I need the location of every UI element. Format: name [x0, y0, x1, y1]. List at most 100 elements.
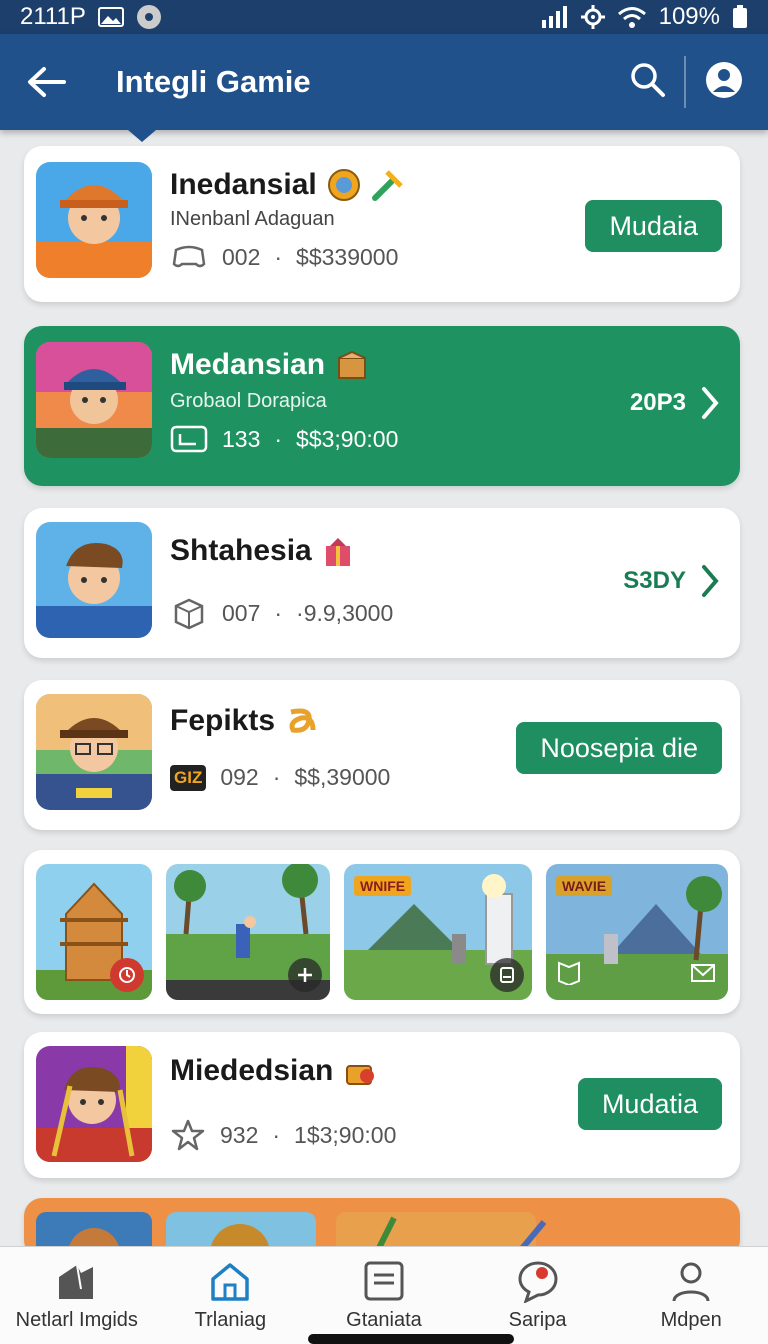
item-count: 932	[220, 1121, 259, 1148]
plus-icon	[298, 968, 312, 982]
item-badge: GIZ	[170, 764, 207, 791]
signal-icon	[541, 6, 569, 28]
item-count: 092	[220, 764, 259, 790]
item-link-label: S3DY	[623, 567, 686, 594]
battery-icon	[732, 5, 748, 29]
item-count: 002	[222, 243, 261, 270]
mail-icon[interactable]	[690, 961, 716, 990]
gallery-badge	[490, 958, 524, 992]
item-price: ·9.9,3000	[296, 599, 394, 626]
item-subtitle: Grobaol Dorapica	[170, 390, 327, 412]
search-button[interactable]	[630, 62, 666, 103]
nav-item-home[interactable]: Trlaniag	[154, 1247, 308, 1344]
pretzel-icon	[289, 708, 316, 733]
game-thumbnail	[36, 694, 152, 810]
timer-icon	[119, 967, 135, 983]
nav-item-network[interactable]: Netlarl Imgids	[0, 1247, 154, 1344]
status-bar: 2111P 109%	[0, 0, 768, 34]
book-icon	[556, 959, 582, 990]
settings-icon	[580, 5, 605, 29]
item-price: 1$3;90:00	[294, 1121, 397, 1148]
game-thumbnail	[36, 162, 152, 278]
item-title: Inedansial	[170, 168, 317, 201]
nav-label: Mdpen	[660, 1309, 722, 1331]
item-link-label: 20P3	[629, 389, 686, 416]
item-price: $$339000	[296, 243, 399, 270]
separator-dot: ·	[274, 243, 283, 270]
item-title: Shtahesia	[170, 534, 312, 567]
chevron-right-icon	[702, 387, 719, 419]
item-count: 007	[222, 599, 261, 626]
item-count: 133	[222, 425, 261, 452]
device-icon	[500, 967, 514, 983]
tool-icon	[371, 170, 403, 201]
wifi-icon	[617, 6, 647, 28]
nav-label: Netlarl Imgids	[15, 1309, 138, 1331]
cube-icon	[174, 598, 204, 630]
nav-label: Saripa	[508, 1309, 567, 1331]
list-item-selected[interactable]: Medansian Grobaol Dorapica 133 · $$3;90:…	[24, 326, 740, 486]
nav-label: Trlaniag	[194, 1309, 267, 1331]
action-button[interactable]: Mudaia	[585, 200, 722, 252]
separator-dot: ·	[274, 599, 283, 626]
account-icon	[706, 61, 742, 98]
list-item[interactable]: Miededsian 932 · 1$3;90:00 Mudatia	[24, 1032, 740, 1178]
profile-icon	[672, 1262, 710, 1302]
nav-item-chat[interactable]: Saripa	[461, 1247, 615, 1344]
arrow-left-icon	[28, 67, 66, 97]
gallery-image[interactable]	[36, 864, 152, 1000]
app-bar: Integli Gamie	[0, 34, 768, 142]
nav-item-list[interactable]: Gtaniata	[307, 1247, 461, 1344]
item-title: Medansian	[170, 348, 326, 381]
separator-dot: ·	[272, 764, 281, 790]
item-title: Fepikts	[170, 704, 276, 737]
home-icon	[211, 1263, 250, 1301]
media-icon	[136, 4, 162, 30]
gallery-badge	[110, 958, 144, 992]
gallery-badge	[288, 958, 322, 992]
gallery-banner: WAVIE	[556, 876, 613, 896]
chevron-right-icon	[702, 565, 719, 597]
item-subtitle: INenbanl Adaguan	[170, 208, 335, 230]
gallery-banner: WNIFE	[354, 876, 412, 896]
screenshot-gallery: WNIFE WAVIE	[24, 850, 740, 1014]
page-title: Integli Gamie	[116, 64, 311, 99]
game-thumbnail	[36, 522, 152, 638]
list-item[interactable]: Fepikts GIZ 092 · $$,39000 Noosepia die	[24, 680, 740, 830]
chat-icon	[518, 1261, 558, 1303]
medal-icon	[327, 169, 360, 201]
item-price: $$3;90:00	[296, 425, 399, 452]
divider	[684, 56, 686, 108]
home-indicator	[308, 1334, 514, 1344]
appbar-pointer	[128, 130, 156, 142]
status-time: 2111P	[20, 3, 86, 30]
controller-icon	[172, 245, 206, 268]
game-thumbnail	[36, 342, 152, 458]
action-button[interactable]: Mudatia	[577, 1078, 722, 1130]
mountain-icon	[58, 1264, 93, 1299]
item-price: $$,39000	[294, 764, 391, 790]
list-item[interactable]: Shtahesia 007 · ·9.9,3000 S3DY	[24, 508, 740, 658]
image-icon	[97, 7, 124, 27]
separator-dot: ·	[272, 1121, 281, 1148]
list-item[interactable]: Inedansial INenbanl Adaguan 002 · $$3390…	[24, 146, 740, 302]
battery-percent: 109%	[658, 3, 720, 30]
list-icon	[364, 1261, 404, 1301]
gallery-image[interactable]	[166, 864, 330, 1000]
bottom-navigation: Netlarl Imgids Trlaniag Gtaniata Saripa …	[0, 1246, 768, 1344]
item-link[interactable]: S3DY	[623, 564, 720, 598]
nav-label: Gtaniata	[346, 1309, 422, 1331]
gallery-image[interactable]: WNIFE	[344, 864, 532, 1000]
screen-icon	[170, 425, 208, 453]
item-link[interactable]: 20P3	[630, 386, 720, 420]
back-button[interactable]	[24, 60, 68, 104]
gift-icon	[325, 538, 350, 566]
treasure-icon	[346, 1065, 375, 1085]
action-button[interactable]: Noosepia die	[516, 722, 722, 774]
nav-item-profile[interactable]: Mdpen	[614, 1247, 768, 1344]
box-icon	[338, 350, 367, 379]
separator-dot: ·	[274, 425, 283, 452]
account-button[interactable]	[704, 60, 744, 105]
game-thumbnail	[36, 1046, 152, 1162]
gallery-image[interactable]: WAVIE	[546, 864, 728, 1000]
